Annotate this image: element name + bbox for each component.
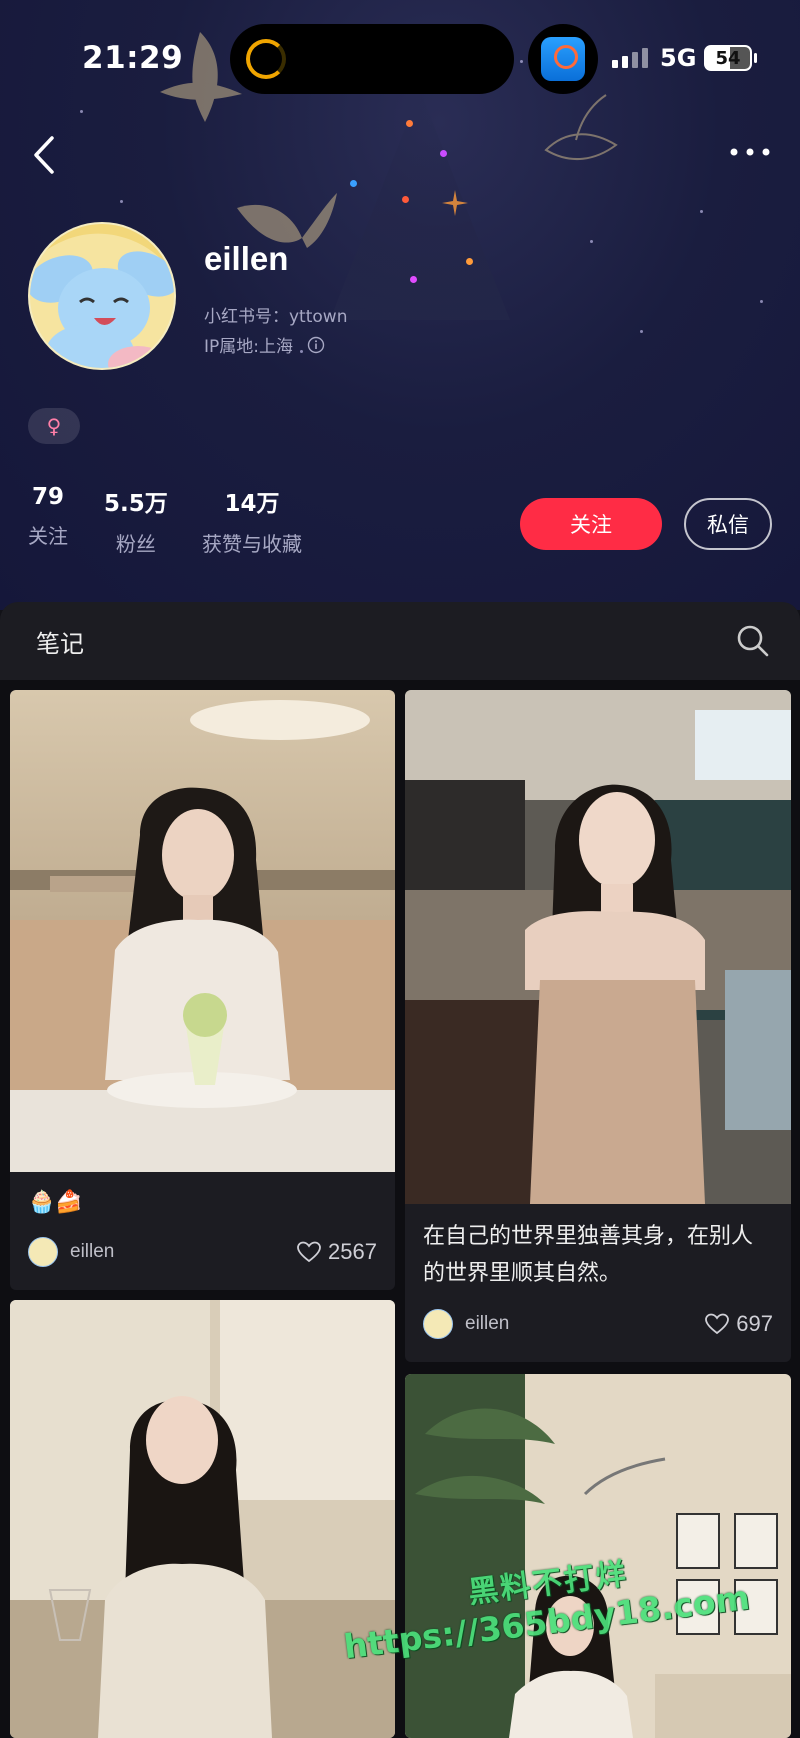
stat-label: 粉丝 — [115, 532, 156, 556]
author-name[interactable]: eillen — [465, 1313, 704, 1335]
signal-icon — [612, 48, 648, 68]
more-options-icon[interactable] — [728, 140, 772, 164]
live-activity-app-icon — [528, 24, 598, 94]
note-title: 🧁🍰 — [28, 1190, 83, 1215]
status-time: 21:29 — [82, 40, 184, 76]
note-photo — [10, 690, 395, 1172]
stat-followers[interactable]: 5.5万 粉丝 — [104, 484, 168, 557]
follow-button[interactable]: 关注 — [520, 498, 662, 550]
ip-label: IP属地: — [204, 337, 259, 357]
heart-icon — [705, 1313, 730, 1335]
red-id: yttown — [289, 307, 348, 327]
back-arrow-icon[interactable] — [28, 130, 64, 180]
ip-location-row: IP属地: 上海 — [204, 332, 325, 357]
notes-tab-bar: 笔记 — [0, 602, 800, 680]
ornament — [406, 120, 413, 127]
avatar-illustration — [30, 224, 174, 368]
note-photo — [10, 1300, 395, 1738]
username: eillen — [204, 240, 289, 277]
stat-value: 79 — [31, 484, 64, 510]
heart-icon — [297, 1241, 321, 1263]
battery-cap — [754, 53, 757, 63]
note-photo — [405, 690, 791, 1204]
like-button[interactable]: 697 — [704, 1311, 773, 1337]
like-button[interactable]: 2567 — [296, 1239, 377, 1265]
stat-value: 5.5万 — [104, 491, 168, 517]
note-footer: eillen 697 — [423, 1306, 773, 1342]
message-button[interactable]: 私信 — [684, 498, 772, 550]
stat-value: 14万 — [224, 491, 280, 517]
ornament — [402, 196, 409, 203]
network-type: 5G — [660, 44, 697, 72]
search-icon[interactable] — [736, 624, 770, 658]
gender-female-icon: ♀ — [28, 408, 80, 444]
stat-label: 获赞与收藏 — [202, 532, 302, 556]
stat-label: 关注 — [28, 524, 68, 548]
like-count: 697 — [736, 1311, 773, 1336]
battery-icon: 54 — [704, 45, 752, 71]
stat-following[interactable]: 79 关注 — [28, 484, 68, 549]
info-icon[interactable] — [307, 336, 325, 354]
ornament — [410, 276, 417, 283]
red-id-row: 小红书号：yttown — [204, 302, 347, 327]
status-bar: 21:29 5G 54 — [0, 0, 800, 100]
ornament — [350, 180, 357, 187]
note-title: 在自己的世界里独善其身，在别人的世界里顺其自然。 — [423, 1224, 754, 1286]
tab-notes[interactable]: 笔记 — [36, 624, 84, 659]
like-count: 2567 — [328, 1239, 377, 1264]
sparkle-decoration — [442, 190, 468, 216]
christmas-tree-decoration — [330, 90, 510, 320]
avatar[interactable] — [28, 222, 176, 370]
bird-decoration — [544, 94, 618, 161]
note-card[interactable]: 🧁🍰 eillen 2567 — [10, 690, 395, 1290]
note-card[interactable]: 在自己的世界里独善其身，在别人的世界里顺其自然。 eillen 697 — [405, 690, 791, 1362]
author-avatar[interactable] — [28, 1237, 58, 1267]
ornament — [466, 258, 473, 265]
note-card[interactable] — [10, 1300, 395, 1738]
note-footer: eillen 2567 — [28, 1234, 377, 1270]
ornament — [440, 150, 447, 157]
author-avatar[interactable] — [423, 1309, 453, 1339]
author-name[interactable]: eillen — [70, 1241, 296, 1263]
timer-ring-icon — [246, 39, 286, 79]
stat-likes-and-saves[interactable]: 14万 获赞与收藏 — [202, 484, 302, 557]
red-id-label: 小红书号： — [204, 307, 289, 327]
dynamic-island — [230, 24, 514, 94]
ip-location: 上海 — [259, 337, 293, 357]
